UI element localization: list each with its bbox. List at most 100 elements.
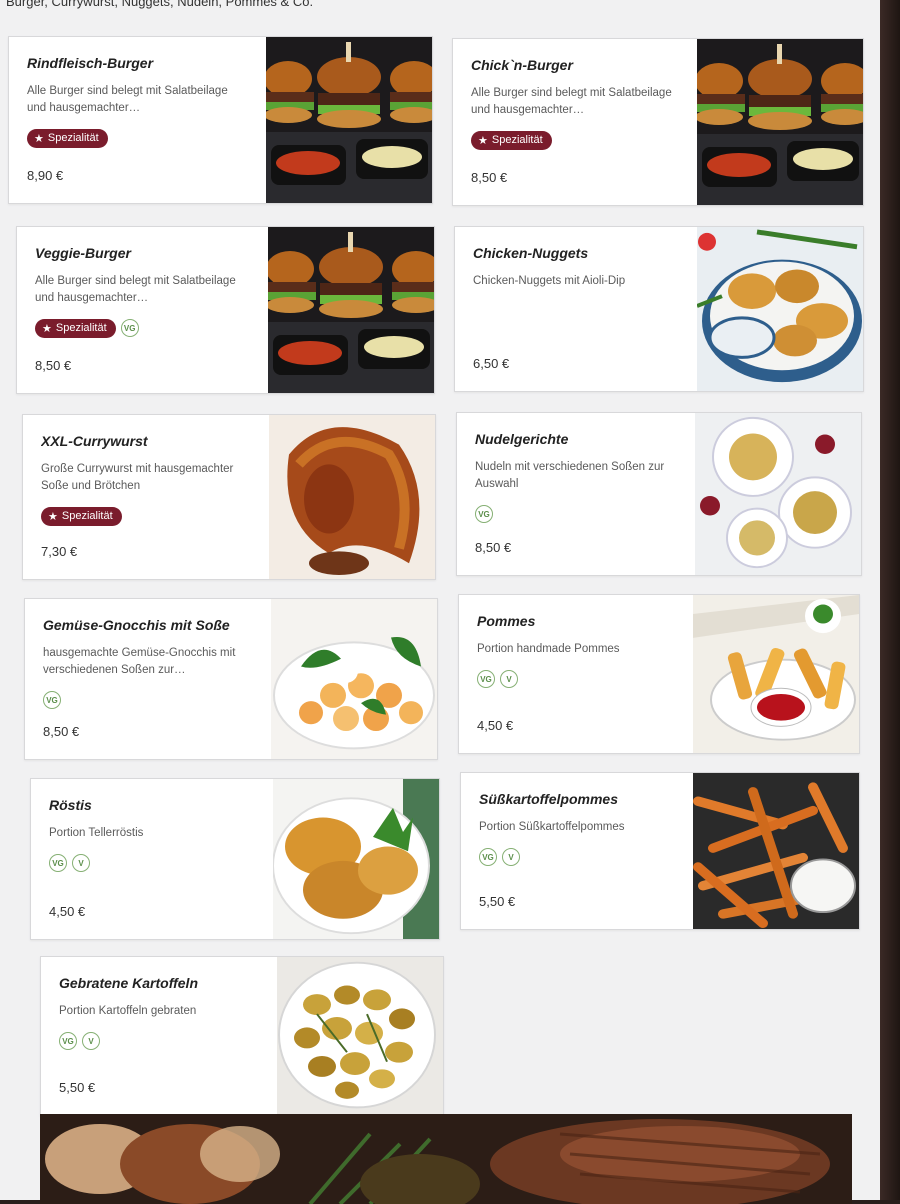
- dish-badges: ★ Spezialität VG: [35, 317, 252, 339]
- pasta-photo[interactable]: [695, 413, 861, 575]
- dish-name: Gebratene Kartoffeln: [59, 975, 198, 991]
- dish-badges: ★ Spezialität: [27, 127, 250, 149]
- menu-item-info: Röstis Portion Tellerröstis VG V 4,50 €: [49, 797, 257, 929]
- menu-item-card[interactable]: Gemüse-Gnocchis mit Soße hausgemachte Gem…: [24, 598, 438, 760]
- dish-badges: VG: [43, 689, 255, 711]
- specialty-label: Spezialität: [47, 132, 99, 144]
- grilled-food-banner: [40, 1114, 852, 1204]
- menu-screen: Burger, Currywurst, Nuggets, Nudeln, Pom…: [0, 0, 880, 1204]
- menu-item-info: Gebratene Kartoffeln Portion Kartoffeln g…: [59, 975, 261, 1105]
- menu-item-info: Chicken-Nuggets Chicken-Nuggets mit Aioli…: [473, 245, 681, 381]
- menu-item-card[interactable]: Süßkartoffelpommes Portion Süßkartoffelpo…: [460, 772, 860, 930]
- star-icon: ★: [34, 132, 44, 145]
- menu-item-info: Süßkartoffelpommes Portion Süßkartoffelpo…: [479, 791, 677, 919]
- menu-item-card[interactable]: Gebratene Kartoffeln Portion Kartoffeln g…: [40, 956, 444, 1116]
- dish-badges: [473, 300, 681, 322]
- dish-description: Alle Burger sind belegt mit Salatbeilage…: [35, 275, 236, 304]
- dish-description: Portion Kartoffeln gebraten: [59, 1005, 197, 1017]
- dish-price: 5,50 €: [59, 1080, 96, 1095]
- menu-item-card[interactable]: XXL-Currywurst Große Currywurst mit hausg…: [22, 414, 436, 580]
- fries-photo[interactable]: [693, 595, 859, 753]
- dish-name: Chicken-Nuggets: [473, 245, 589, 261]
- dish-name: Chick`n-Burger: [471, 57, 573, 73]
- vegan-icon: VG: [43, 691, 61, 709]
- specialty-label: Spezialität: [61, 510, 113, 522]
- dish-description: Chicken-Nuggets mit Aioli-Dip: [473, 275, 626, 287]
- burger-photo[interactable]: [268, 227, 434, 393]
- dish-price: 8,50 €: [471, 170, 508, 185]
- dish-name: Pommes: [477, 613, 536, 629]
- menu-item-info: Rindfleisch-Burger Alle Burger sind beleg…: [27, 55, 250, 193]
- star-icon: ★: [48, 510, 58, 523]
- screen-bezel: [880, 0, 900, 1200]
- vegetarian-icon: V: [502, 848, 520, 866]
- vegan-icon: VG: [59, 1032, 77, 1050]
- dish-description: Portion handmade Pommes: [477, 643, 620, 655]
- roast-potatoes-photo[interactable]: [277, 957, 443, 1115]
- dish-badges: VG V: [477, 668, 677, 690]
- menu-item-info: Gemüse-Gnocchis mit Soße hausgemachte Gem…: [43, 617, 255, 749]
- dish-description: Portion Süßkartoffelpommes: [479, 821, 625, 833]
- dish-description: hausgemachte Gemüse-Gnocchis mit verschi…: [43, 647, 236, 676]
- vegetarian-icon: V: [500, 670, 518, 688]
- banner-image: [40, 1114, 852, 1204]
- dish-price: 4,50 €: [477, 718, 514, 733]
- nuggets-photo[interactable]: [697, 227, 863, 391]
- dish-price: 8,50 €: [43, 724, 80, 739]
- dish-description: Alle Burger sind belegt mit Salatbeilage…: [27, 85, 228, 114]
- menu-item-info: Veggie-Burger Alle Burger sind belegt mit…: [35, 245, 252, 383]
- menu-item-card[interactable]: Rindfleisch-Burger Alle Burger sind beleg…: [8, 36, 433, 204]
- dish-badges: ★ Spezialität: [471, 129, 681, 151]
- dish-name: Veggie-Burger: [35, 245, 131, 261]
- dish-price: 4,50 €: [49, 904, 86, 919]
- dish-badges: VG V: [479, 846, 677, 868]
- sweet-potato-fries-photo[interactable]: [693, 773, 859, 929]
- dish-price: 5,50 €: [479, 894, 516, 909]
- dish-price: 8,90 €: [27, 168, 64, 183]
- dish-name: Rindfleisch-Burger: [27, 55, 154, 71]
- vegan-icon: VG: [475, 505, 493, 523]
- dish-description: Nudeln mit verschiedenen Soßen zur Auswa…: [475, 461, 665, 490]
- dish-name: Süßkartoffelpommes: [479, 791, 618, 807]
- menu-item-card[interactable]: Veggie-Burger Alle Burger sind belegt mit…: [16, 226, 435, 394]
- vegetarian-icon: V: [82, 1032, 100, 1050]
- menu-item-info: Nudelgerichte Nudeln mit verschiedenen So…: [475, 431, 679, 565]
- dish-description: Große Currywurst mit hausgemachter Soße …: [41, 463, 234, 492]
- star-icon: ★: [42, 322, 52, 335]
- menu-item-card[interactable]: Chick`n-Burger Alle Burger sind belegt mi…: [452, 38, 864, 206]
- gnocchi-photo[interactable]: [271, 599, 437, 759]
- roesti-photo[interactable]: [273, 779, 439, 939]
- menu-item-card[interactable]: Röstis Portion Tellerröstis VG V 4,50 €: [30, 778, 440, 940]
- dish-name: XXL-Currywurst: [41, 433, 148, 449]
- dish-price: 7,30 €: [41, 544, 78, 559]
- dish-price: 8,50 €: [35, 358, 72, 373]
- currywurst-photo[interactable]: [269, 415, 435, 579]
- menu-item-info: XXL-Currywurst Große Currywurst mit hausg…: [41, 433, 253, 569]
- menu-item-card[interactable]: Chicken-Nuggets Chicken-Nuggets mit Aioli…: [454, 226, 864, 392]
- dish-description: Alle Burger sind belegt mit Salatbeilage…: [471, 87, 672, 116]
- category-header: Burger, Currywurst, Nuggets, Nudeln, Pom…: [6, 0, 314, 9]
- dish-price: 6,50 €: [473, 356, 510, 371]
- menu-item-info: Pommes Portion handmade Pommes VG V 4,50 €: [477, 613, 677, 743]
- dish-badges: VG V: [59, 1030, 261, 1052]
- dish-badges: VG: [475, 503, 679, 525]
- specialty-badge: ★ Spezialität: [471, 130, 552, 150]
- vegan-icon: VG: [120, 319, 139, 337]
- dish-name: Gemüse-Gnocchis mit Soße: [43, 617, 230, 633]
- dish-description: Portion Tellerröstis: [49, 827, 144, 839]
- menu-item-card[interactable]: Pommes Portion handmade Pommes VG V 4,50 €: [458, 594, 860, 754]
- specialty-badge: ★ Spezialität: [27, 128, 108, 148]
- specialty-label: Spezialität: [55, 322, 107, 334]
- menu-item-card[interactable]: Nudelgerichte Nudeln mit verschiedenen So…: [456, 412, 862, 576]
- dish-name: Röstis: [49, 797, 92, 813]
- specialty-badge: ★ Spezialität: [41, 506, 122, 526]
- specialty-label: Spezialität: [491, 134, 543, 146]
- dish-price: 8,50 €: [475, 540, 512, 555]
- dish-badges: VG V: [49, 852, 257, 874]
- dish-name: Nudelgerichte: [475, 431, 569, 447]
- specialty-badge: ★ Spezialität: [35, 318, 116, 338]
- dish-badges: ★ Spezialität: [41, 505, 253, 527]
- burger-photo[interactable]: [697, 39, 863, 205]
- vegan-icon: VG: [477, 670, 495, 688]
- burger-photo[interactable]: [266, 37, 432, 203]
